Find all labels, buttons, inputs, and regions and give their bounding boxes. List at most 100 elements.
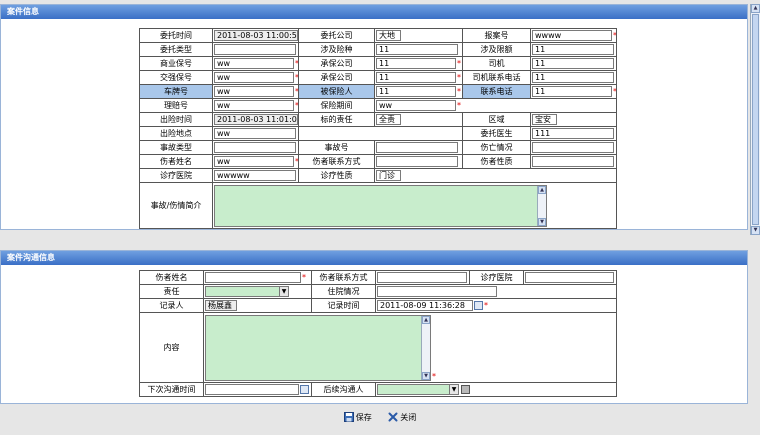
communication-table: 伤者姓名 * 伤者联系方式 诊疗医院 责任 ▼ 住院情况 记录人 杨展鑫 记录时…: [139, 270, 617, 397]
label-report-no: 报案号: [462, 28, 531, 43]
label-insured: 被保险人: [298, 84, 375, 99]
required-mark: *: [295, 59, 298, 68]
required-mark: *: [484, 301, 488, 310]
required-mark: *: [295, 73, 298, 82]
insurance-period-input[interactable]: ww: [376, 100, 456, 111]
entrust-doctor-input[interactable]: 111: [532, 128, 614, 139]
required-mark: *: [457, 73, 461, 82]
close-button[interactable]: 关闭: [384, 409, 420, 425]
content-textarea[interactable]: ▲ ▼: [205, 314, 431, 381]
person-picker-icon[interactable]: [461, 385, 470, 394]
casualty-input[interactable]: [532, 142, 614, 153]
label-follow-up-person: 后续沟通人: [311, 382, 376, 397]
label-insurance-period: 保险期间: [298, 98, 375, 113]
label-injured-contact: 伤者联系方式: [311, 270, 376, 285]
follow-up-person-select[interactable]: ▼: [377, 384, 459, 395]
insurance-type-input[interactable]: 11: [376, 44, 458, 55]
limit-input[interactable]: 11: [532, 44, 614, 55]
label-record-time: 记录时间: [311, 298, 376, 313]
accident-time-field[interactable]: 2011-08-03 11:01:07: [214, 114, 298, 125]
scroll-up-icon[interactable]: ▲: [751, 4, 760, 13]
close-button-label: 关闭: [400, 412, 417, 422]
save-button[interactable]: 保存: [340, 409, 376, 425]
treatment-nature-field[interactable]: 门诊: [376, 170, 401, 181]
injured-nature-input[interactable]: [532, 156, 614, 167]
comm-injured-name-input[interactable]: [205, 272, 301, 283]
required-mark: *: [295, 157, 298, 166]
hospital-input[interactable]: wwwww: [214, 170, 296, 181]
label-casualty: 伤亡情况: [462, 140, 531, 155]
insured-input[interactable]: 11: [376, 86, 456, 97]
required-mark: *: [613, 31, 616, 40]
driver-phone-input[interactable]: 11: [532, 72, 614, 83]
label-hospital: 诊疗医院: [139, 168, 213, 183]
recorder-field: 杨展鑫: [205, 300, 237, 311]
scroll-down-icon[interactable]: ▼: [751, 226, 760, 235]
accident-no-input[interactable]: [376, 142, 458, 153]
hospitalization-input[interactable]: [377, 286, 497, 297]
next-contact-time-input[interactable]: [205, 384, 299, 395]
table-row: 内容 ▲ ▼ *: [139, 312, 617, 383]
claim-no-input[interactable]: ww: [214, 100, 294, 111]
accident-summary-textarea[interactable]: ▲ ▼: [214, 184, 547, 227]
chevron-down-icon[interactable]: ▼: [449, 385, 458, 394]
save-button-label: 保存: [355, 412, 372, 422]
case-info-panel: 案件信息 委托时间 2011-08-03 11:00:58 委托公司 大地 报案…: [0, 4, 748, 230]
required-mark: *: [295, 87, 298, 96]
entrust-type-input[interactable]: [214, 44, 296, 55]
record-time-input[interactable]: 2011-08-09 11:36:28: [377, 300, 473, 311]
liability-select[interactable]: ▼: [205, 286, 289, 297]
textarea-scrollbar[interactable]: ▲ ▼: [421, 315, 430, 380]
required-mark: *: [457, 87, 461, 96]
plate-no-input[interactable]: ww: [214, 86, 294, 97]
underwriter-1-input[interactable]: 11: [376, 58, 456, 69]
liability-field[interactable]: 全责: [376, 114, 401, 125]
entrust-time-field[interactable]: 2011-08-03 11:00:58: [214, 30, 298, 41]
table-row: 出险地点 ww 委托医生 111: [139, 126, 617, 141]
table-row: 伤者姓名 * 伤者联系方式 诊疗医院: [139, 270, 617, 285]
label-entrust-time: 委托时间: [139, 28, 213, 43]
accident-place-input[interactable]: ww: [214, 128, 296, 139]
comm-injured-contact-input[interactable]: [377, 272, 467, 283]
scroll-up-icon[interactable]: ▲: [538, 185, 546, 194]
label-entrust-type: 委托类型: [139, 42, 213, 57]
label-injured-contact: 伤者联系方式: [298, 154, 375, 169]
injured-contact-input[interactable]: [376, 156, 458, 167]
label-commercial-policy-no: 商业保号: [139, 56, 213, 71]
label-treatment-nature: 诊疗性质: [298, 168, 375, 183]
report-no-input[interactable]: wwww: [532, 30, 612, 41]
label-entrust-doctor: 委托医生: [462, 126, 531, 141]
entrust-company-field[interactable]: 大地: [376, 30, 401, 41]
close-icon: [388, 412, 398, 422]
scroll-down-icon[interactable]: ▼: [538, 217, 546, 226]
contact-phone-input[interactable]: 11: [532, 86, 612, 97]
underwriter-2-input[interactable]: 11: [376, 72, 456, 83]
button-bar: 保存 关闭: [0, 406, 760, 428]
chevron-down-icon[interactable]: ▼: [279, 287, 288, 296]
scroll-up-icon[interactable]: ▲: [422, 315, 430, 324]
accident-type-input[interactable]: [214, 142, 296, 153]
label-hospital: 诊疗医院: [469, 270, 524, 285]
compulsory-policy-input[interactable]: ww: [214, 72, 294, 83]
scroll-down-icon[interactable]: ▼: [422, 371, 430, 380]
calendar-icon[interactable]: [474, 301, 483, 310]
table-row: 商业保号 ww* 承保公司 11* 司机 11: [139, 56, 617, 71]
label-liability: 责任: [139, 284, 204, 299]
label-plate-no: 车牌号: [139, 84, 213, 99]
scrollbar-thumb[interactable]: [752, 14, 759, 225]
required-mark: *: [613, 87, 616, 96]
commercial-policy-input[interactable]: ww: [214, 58, 294, 69]
label-accident-no: 事故号: [298, 140, 375, 155]
required-mark: *: [457, 101, 461, 110]
page-scrollbar[interactable]: ▲ ▼: [750, 4, 760, 235]
comm-hospital-input[interactable]: [525, 272, 614, 283]
driver-input[interactable]: 11: [532, 58, 614, 69]
case-info-table: 委托时间 2011-08-03 11:00:58 委托公司 大地 报案号 www…: [139, 28, 617, 229]
table-row: 理赔号 ww* 保险期间 ww*: [139, 98, 617, 113]
textarea-scrollbar[interactable]: ▲ ▼: [537, 185, 546, 226]
region-field[interactable]: 宝安: [532, 114, 557, 125]
calendar-icon[interactable]: [300, 385, 309, 394]
injured-name-input[interactable]: ww: [214, 156, 294, 167]
label-accident-time: 出险时间: [139, 112, 213, 127]
label-insurance-type: 涉及险种: [298, 42, 375, 57]
